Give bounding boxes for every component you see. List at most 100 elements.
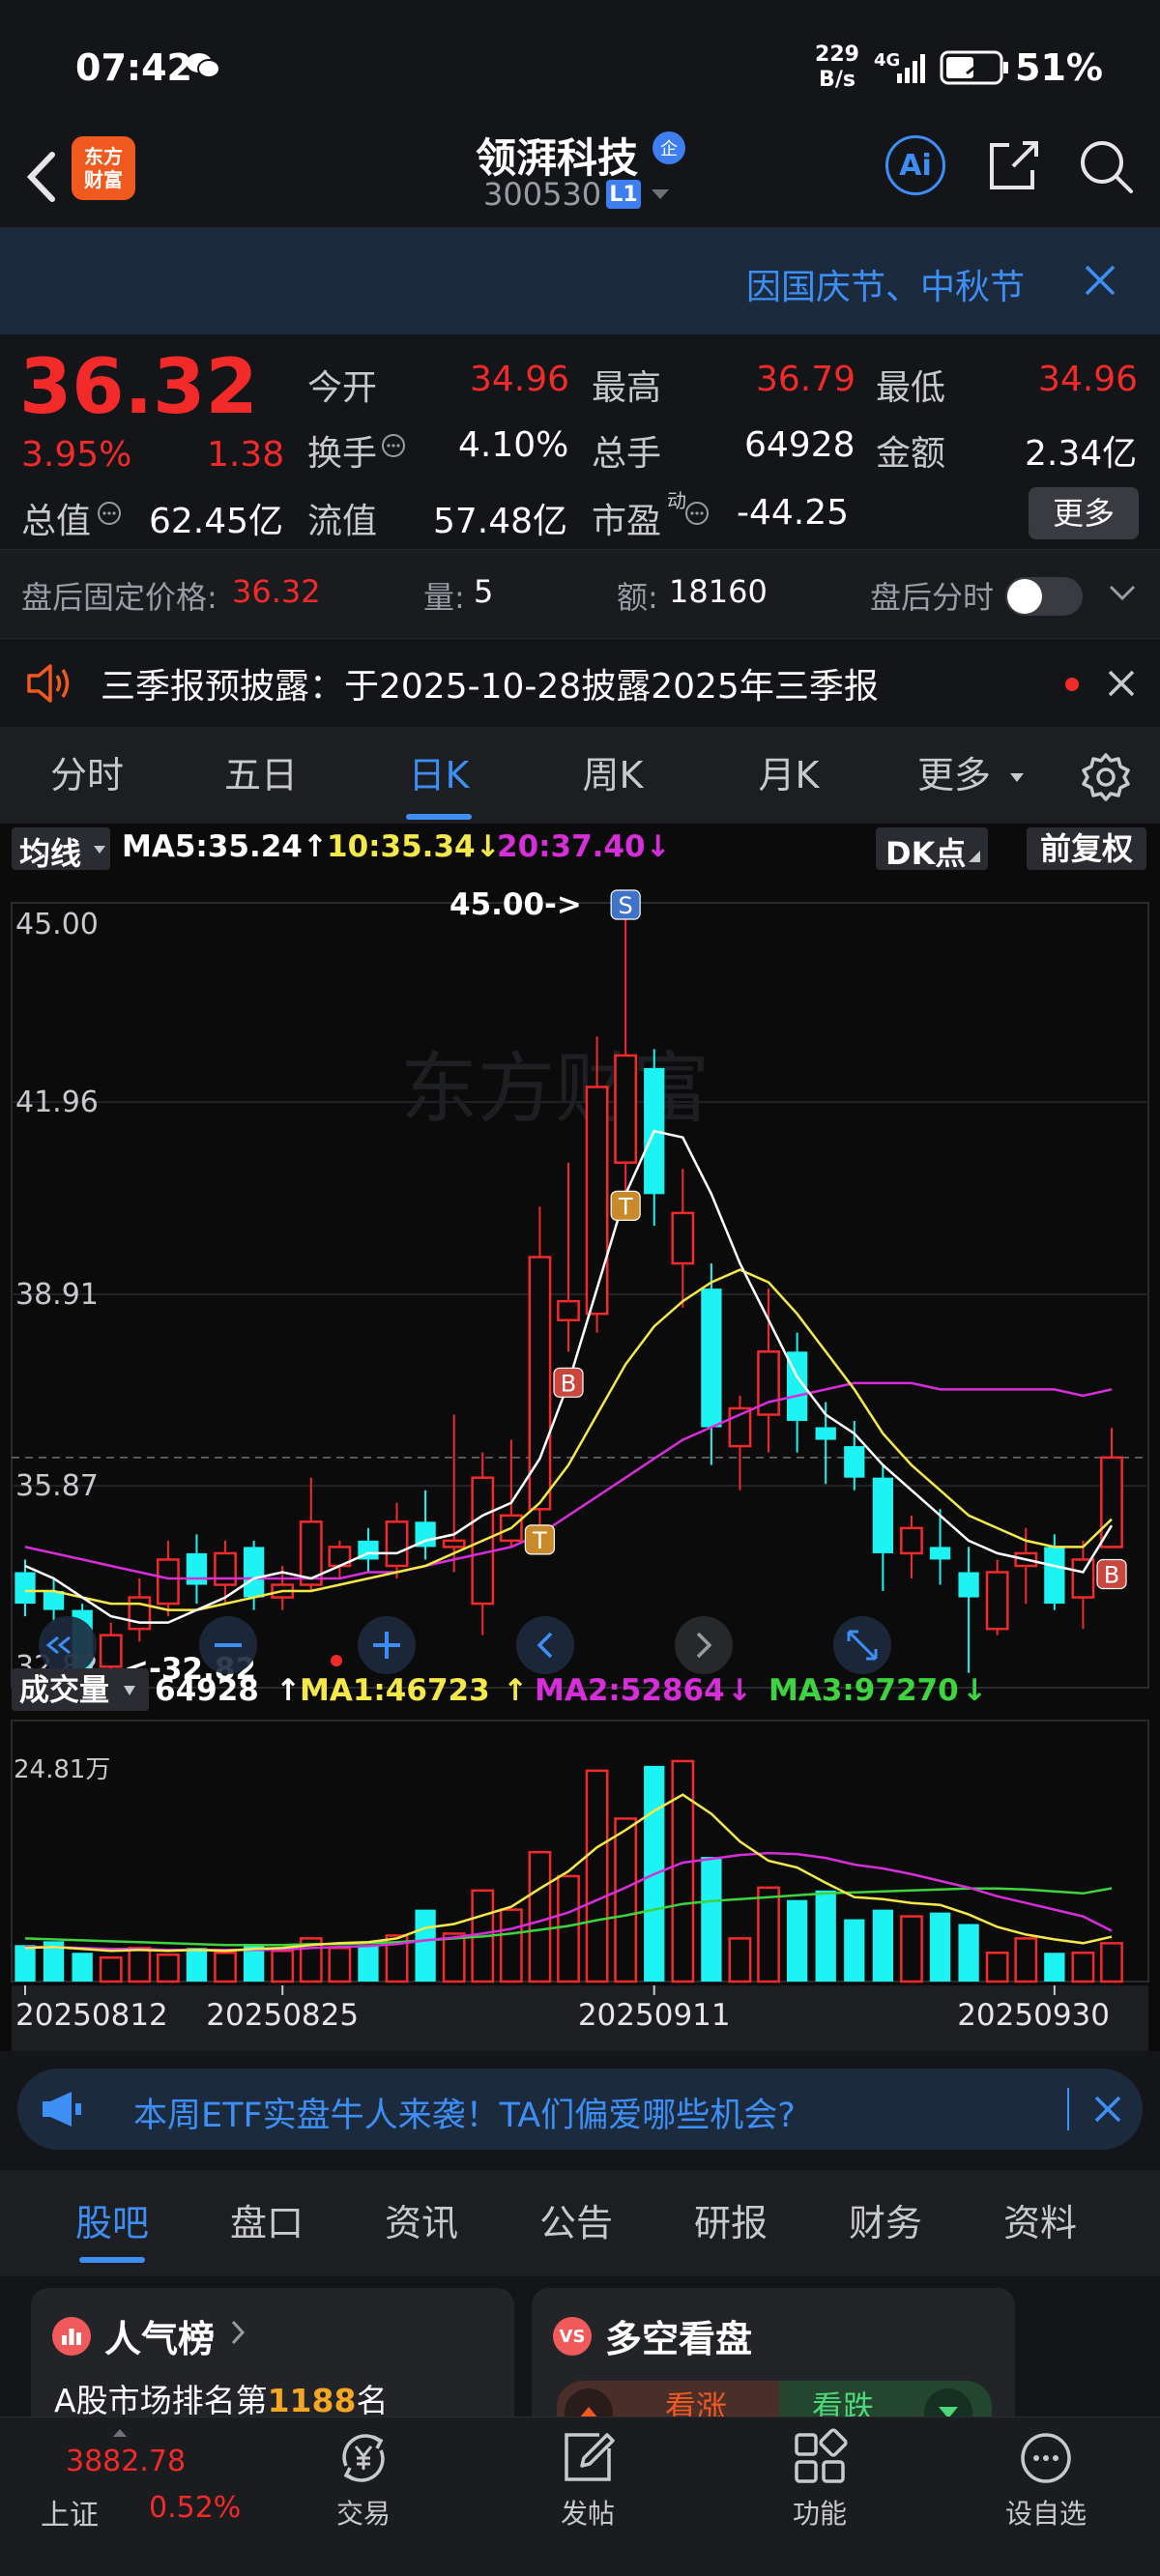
notice-text: 三季报预披露：于2025-10-28披露2025年三季报	[101, 667, 879, 707]
vma1-value: MA1:46723	[300, 1673, 490, 1708]
index-name[interactable]: 上证	[41, 2491, 99, 2533]
volume-bar-up	[271, 1950, 295, 1983]
rank-suffix: 名	[356, 2382, 389, 2419]
gear-icon[interactable]	[1081, 752, 1131, 806]
holiday-banner[interactable]: 因国庆节、中秋节	[0, 228, 1160, 334]
after-chart-label: 盘后分时	[870, 579, 995, 616]
volume-bar-up	[1071, 1952, 1095, 1983]
tab-more[interactable]: 更多	[901, 727, 1007, 824]
yuan-cycle-icon	[342, 2434, 385, 2482]
change-amount: 1.38	[207, 435, 285, 475]
close-icon[interactable]	[1083, 263, 1117, 302]
volume-bar-up	[1100, 1942, 1123, 1983]
expand-up-icon[interactable]	[112, 2423, 128, 2442]
candle-body-up	[99, 1634, 123, 1668]
tab-monthly-k[interactable]: 月K	[721, 727, 856, 824]
ma20-legend: 20:37.40↓	[497, 829, 671, 864]
fullscreen-button[interactable]	[833, 1616, 891, 1674]
volume-bar-up	[900, 1915, 923, 1983]
index-value[interactable]: 3882.78	[66, 2445, 186, 2478]
tab-financials[interactable]: 财务	[849, 2170, 922, 2276]
tab-news[interactable]: 资讯	[385, 2170, 458, 2276]
tab-weekly-k[interactable]: 周K	[545, 727, 681, 824]
etf-ad-banner[interactable]: 本周ETF实盘牛人来袭！TA们偏爱哪些机会?	[17, 2069, 1143, 2150]
active-tab-indicator	[406, 814, 472, 820]
post-button[interactable]: 发帖	[549, 2427, 626, 2532]
candle-body-up	[985, 1571, 1009, 1631]
ma-selector[interactable]: 均线	[12, 827, 110, 872]
volume-bar-down	[958, 1924, 979, 1982]
info-icon[interactable]	[97, 501, 122, 530]
info-icon[interactable]	[684, 501, 710, 530]
price-adjust-selector[interactable]: 前复权	[1027, 827, 1146, 870]
search-icon[interactable]	[1077, 137, 1135, 199]
scroll-right-button[interactable]	[675, 1616, 733, 1674]
candle-body-up	[585, 1085, 609, 1316]
index-percent[interactable]: 0.52%	[149, 2491, 241, 2525]
candle-body-down	[929, 1547, 951, 1560]
close-icon[interactable]	[1092, 2094, 1123, 2128]
notice-bar[interactable]: 三季报预披露：于2025-10-28披露2025年三季报	[0, 638, 1160, 728]
vma3-arrow: ↓	[962, 1673, 987, 1708]
scroll-left-button[interactable]	[516, 1616, 574, 1674]
popularity-card[interactable]: 人气榜 A股市场排名第1188名	[31, 2288, 514, 2433]
ai-button[interactable]: Ai	[885, 135, 945, 195]
amount-value: 2.34亿	[1025, 434, 1138, 474]
info-icon[interactable]	[381, 433, 406, 462]
volume-bar-down	[872, 1909, 894, 1982]
chevron-down-icon[interactable]	[1108, 583, 1137, 606]
caret-down-icon	[94, 846, 105, 854]
bottom-toolbar: 3882.78 上证 0.52% 交易 发帖 功能 设自选	[0, 2417, 1160, 2576]
stock-header: 东方 财富 领湃科技 企 300530 L1 Ai	[0, 126, 1160, 228]
info-cards: 人气榜 A股市场排名第1188名 VS 多空看盘 看涨 看跌	[0, 2276, 1160, 2437]
minus-button[interactable]	[199, 1616, 257, 1674]
ma10-legend: 10:35.34↓	[327, 829, 501, 864]
watchlist-settings-button[interactable]: 设自选	[1000, 2427, 1092, 2532]
volume-bar-up	[442, 1932, 466, 1983]
logo-bottom: 财富	[84, 168, 123, 191]
level-badge: L1	[606, 180, 641, 209]
tab-daily-k[interactable]: 日K	[371, 727, 507, 824]
post-label: 发帖	[560, 2498, 615, 2530]
tab-five-day[interactable]: 五日	[193, 727, 329, 824]
back-icon[interactable]	[17, 143, 66, 211]
dk-point-selector[interactable]: DK点	[876, 827, 988, 872]
tab-orderbook[interactable]: 盘口	[230, 2170, 304, 2276]
candle-body-down	[844, 1446, 865, 1478]
volume-bar-down	[358, 1945, 379, 1982]
trade-button[interactable]: 交易	[325, 2427, 402, 2532]
signal-label: T	[532, 1527, 547, 1554]
features-button[interactable]: 功能	[781, 2427, 858, 2532]
volume-bar-down	[14, 1945, 36, 1982]
rank-prefix: A股市场排名第	[54, 2382, 268, 2419]
close-icon[interactable]	[1106, 668, 1137, 703]
more-button[interactable]: 更多	[1029, 487, 1139, 539]
share-icon[interactable]	[984, 137, 1042, 199]
tab-intraday[interactable]: 分时	[19, 727, 155, 824]
tab-announcements[interactable]: 公告	[539, 2170, 613, 2276]
caret-down-icon[interactable]	[1009, 769, 1025, 788]
date-label: 20250930	[957, 1998, 1110, 2033]
after-chart-toggle[interactable]	[1005, 577, 1083, 616]
date-label: 20250812	[15, 1998, 168, 2033]
dropdown-icon[interactable]	[650, 188, 671, 207]
apps-grid-icon	[795, 2428, 848, 2483]
vs-icon: VS	[553, 2317, 592, 2356]
candle-body-down	[815, 1427, 836, 1440]
signal-label: B	[1104, 1561, 1119, 1588]
kline-svg[interactable]: 东方财富 STTBB 45.0041.9638.9135.8732.82 45.…	[0, 874, 1160, 2051]
unread-dot	[1065, 678, 1079, 691]
tab-profile[interactable]: 资料	[1003, 2170, 1077, 2276]
bull-bear-card[interactable]: VS 多空看盘 看涨 看跌	[532, 2288, 1015, 2437]
tab-research[interactable]: 研报	[694, 2170, 768, 2276]
zoom-out-button[interactable]	[39, 1616, 97, 1674]
date-label: 20250911	[578, 1998, 731, 2033]
volume-legend: 成交量 64928 ↑ MA1:46723 ↑ MA2:52864 ↓ MA3:…	[12, 1668, 987, 1711]
mktcap-value: 62.45亿	[149, 502, 284, 541]
volume-bar-up	[499, 1908, 523, 1983]
candle-body-up	[214, 1551, 237, 1586]
candle-body-up	[614, 1054, 638, 1165]
volume-bar-up	[757, 1886, 780, 1983]
plus-button[interactable]	[358, 1616, 416, 1674]
volume-bar-down	[72, 1953, 93, 1982]
